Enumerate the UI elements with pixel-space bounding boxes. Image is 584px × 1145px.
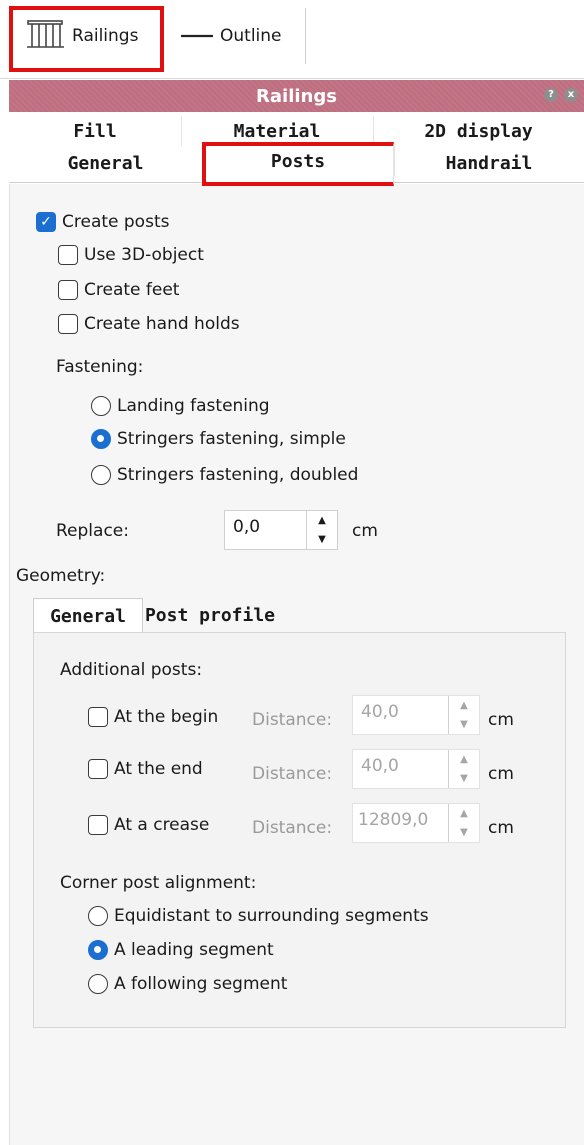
toolbar: Railings Outline (0, 0, 584, 79)
corner-option-label: A following segment (114, 974, 288, 994)
radio-button (88, 974, 108, 994)
create-hand-holds-label: Create hand holds (84, 314, 240, 334)
additional-posts-label: Additional posts: (60, 660, 203, 680)
outline-tool-label: Outline (220, 26, 282, 46)
spin-down-icon[interactable]: ▼ (449, 769, 479, 788)
corner-option-leading[interactable]: A leading segment (88, 940, 274, 960)
spin-up-icon[interactable]: ▲ (449, 696, 479, 715)
at-a-crease-checkbox[interactable]: At a crease (88, 815, 209, 835)
distance-unit: cm (488, 764, 514, 784)
tab-general[interactable]: General (9, 148, 203, 178)
close-icon[interactable]: x (564, 88, 578, 102)
tab-handrail[interactable]: Handrail (394, 148, 584, 178)
tab-fill[interactable]: Fill (9, 116, 182, 146)
corner-option-label: A leading segment (114, 940, 274, 960)
checkbox-box (58, 245, 78, 265)
spin-up-icon[interactable]: ▲ (449, 750, 479, 769)
at-the-end-checkbox[interactable]: At the end (88, 759, 203, 779)
corner-post-alignment-label: Corner post alignment: (60, 873, 257, 893)
create-feet-checkbox[interactable]: Create feet (58, 280, 179, 300)
end-distance-value[interactable]: 40,0 (353, 750, 448, 788)
at-the-end-label: At the end (114, 759, 203, 779)
create-posts-checkbox[interactable]: ✓ Create posts (36, 212, 169, 232)
tab-2d-display[interactable]: 2D display (373, 116, 584, 146)
fastening-option-label: Stringers fastening, doubled (117, 465, 359, 485)
corner-option-label: Equidistant to surrounding segments (114, 906, 429, 926)
crease-distance-value[interactable]: 12809,0 (353, 804, 448, 842)
create-posts-label: Create posts (62, 212, 170, 232)
fastening-option-stringers-doubled[interactable]: Stringers fastening, doubled (91, 465, 358, 485)
panel-tabs: Fill Material 2D display General Posts H… (9, 112, 584, 184)
checkbox-box (88, 759, 108, 779)
fastening-option-label: Stringers fastening, simple (117, 429, 346, 449)
checkbox-box (88, 815, 108, 835)
panel-title-bar: Railings ? x (9, 80, 584, 112)
checkbox-box (58, 314, 78, 334)
fastening-label: Fastening: (56, 357, 144, 377)
panel-title: Railings (256, 85, 337, 107)
at-a-crease-label: At a crease (114, 815, 210, 835)
spin-up-icon[interactable]: ▲ (307, 511, 337, 530)
railings-tool-button[interactable]: Railings (26, 16, 138, 56)
railings-icon (26, 17, 66, 56)
spin-down-icon[interactable]: ▼ (307, 530, 337, 549)
replace-label: Replace: (56, 521, 129, 541)
spin-down-icon[interactable]: ▼ (449, 715, 479, 734)
railings-tool-label: Railings (72, 26, 139, 46)
fastening-option-landing[interactable]: Landing fastening (91, 396, 270, 416)
help-icon[interactable]: ? (544, 88, 558, 102)
fastening-option-stringers-simple[interactable]: Stringers fastening, simple (91, 429, 346, 449)
spin-down-icon[interactable]: ▼ (449, 823, 479, 842)
tab-posts[interactable]: Posts (202, 146, 395, 176)
radio-button (91, 465, 111, 485)
checkmark-icon: ✓ (36, 212, 56, 232)
radio-button-selected (88, 940, 108, 960)
at-the-begin-label: At the begin (114, 707, 219, 727)
checkbox-box (88, 707, 108, 727)
create-hand-holds-checkbox[interactable]: Create hand holds (58, 314, 240, 334)
checkbox-box (58, 280, 78, 300)
create-feet-label: Create feet (84, 280, 180, 300)
toolbar-divider (305, 8, 306, 64)
end-distance-spinbox[interactable]: 40,0 ▲ ▼ (352, 749, 480, 789)
distance-label: Distance: (252, 764, 333, 784)
outline-tool-button[interactable]: Outline (180, 16, 282, 56)
at-the-begin-checkbox[interactable]: At the begin (88, 707, 218, 727)
replace-unit: cm (352, 521, 378, 541)
line-icon (180, 26, 214, 46)
crease-distance-spinbox[interactable]: 12809,0 ▲ ▼ (352, 803, 480, 843)
distance-label: Distance: (252, 710, 333, 730)
use-3d-object-label: Use 3D-object (84, 245, 204, 265)
begin-distance-value[interactable]: 40,0 (353, 696, 448, 734)
radio-button (88, 906, 108, 926)
radio-button (91, 396, 111, 416)
distance-label: Distance: (252, 818, 333, 838)
distance-unit: cm (488, 710, 514, 730)
radio-button-selected (91, 429, 111, 449)
corner-option-equidistant[interactable]: Equidistant to surrounding segments (88, 906, 429, 926)
distance-unit: cm (488, 818, 514, 838)
subtab-general[interactable]: General (33, 598, 143, 633)
replace-value[interactable]: 0,0 (225, 511, 306, 549)
subtab-post-profile[interactable]: Post profile (142, 598, 278, 632)
use-3d-object-checkbox[interactable]: Use 3D-object (58, 245, 204, 265)
replace-spinbox[interactable]: 0,0 ▲ ▼ (224, 510, 338, 550)
begin-distance-spinbox[interactable]: 40,0 ▲ ▼ (352, 695, 480, 735)
tabs-divider (9, 182, 584, 183)
corner-option-following[interactable]: A following segment (88, 974, 287, 994)
tab-material[interactable]: Material (181, 116, 374, 146)
spin-up-icon[interactable]: ▲ (449, 804, 479, 823)
fastening-option-label: Landing fastening (117, 396, 270, 416)
geometry-label: Geometry: (16, 566, 106, 586)
